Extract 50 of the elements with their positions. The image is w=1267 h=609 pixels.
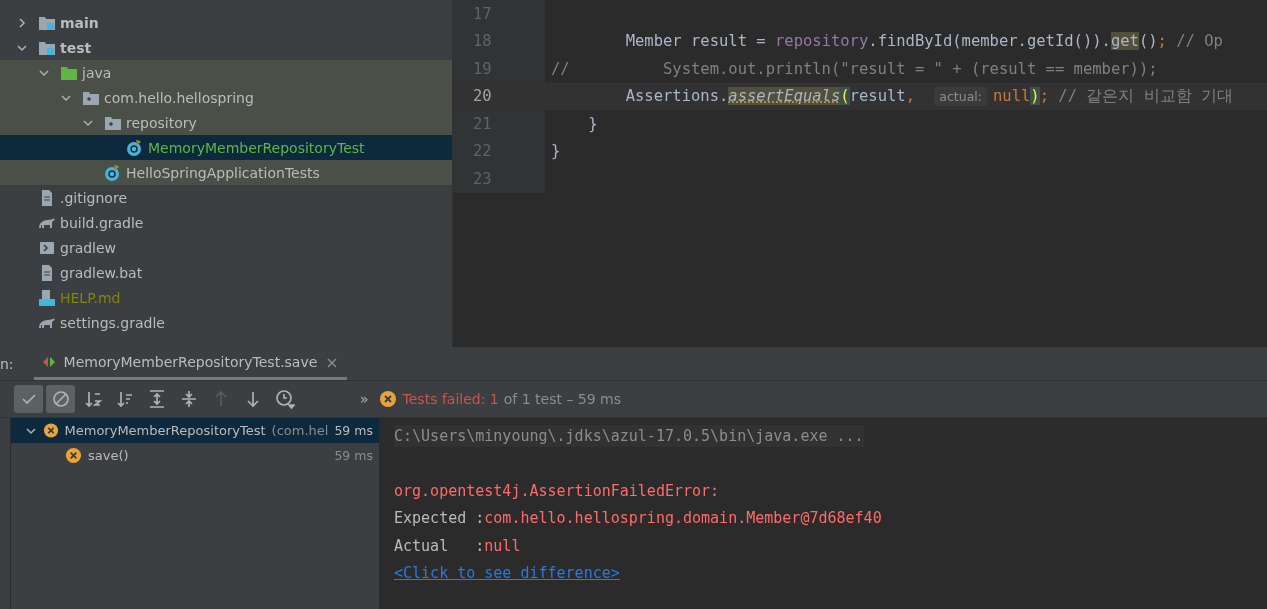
test-summary: of 1 test – 59 ms [503,391,622,407]
test-package: (com.hel [271,423,329,438]
error-message: org.opentest4j.AssertionFailedError: [394,481,720,500]
code-line: // System.out.println("result = " + (result == member)); [550,59,1158,78]
output-value: null [484,536,521,555]
sort-icon [82,389,103,409]
stop-icon [50,389,71,409]
toolbar-button[interactable] [46,385,75,413]
clock-icon [274,389,295,409]
tree-item[interactable]: MemoryMemberRepositoryTest [0,135,452,160]
output-label: Expected : [394,509,485,528]
tree-item[interactable]: gradlew [0,235,452,260]
tab-title: MemoryMemberRepositoryTest.save [63,354,318,370]
run-config-icon [41,355,56,369]
test-tree-row[interactable]: save() 59 ms [11,443,379,468]
difference-link[interactable]: <Click to see difference> [394,564,620,583]
tree-item[interactable]: HelloSpringApplicationTests [0,160,452,185]
markdown-icon [38,288,56,307]
code-line: } [550,142,561,161]
failed-icon [42,422,59,439]
run-label: n: [0,355,14,372]
test-name: save() [88,448,129,463]
tree-item[interactable]: repository [0,110,452,135]
tree-item[interactable]: java [0,60,452,85]
output-label: Actual : [394,536,485,555]
more-button[interactable]: » [360,391,369,407]
tree-item[interactable]: gradlew.bat [0,260,452,285]
test-tree-row[interactable]: MemoryMemberRepositoryTest (com.hel 59 ms [11,418,379,443]
tree-item[interactable]: .gitignore [0,185,452,210]
failed-icon [378,390,397,408]
chevron-icon[interactable] [16,16,28,29]
close-button[interactable]: × [325,352,339,372]
test-name: MemoryMemberRepositoryTest [64,423,266,438]
sort-icon [114,389,135,409]
class-icon [126,138,144,157]
tree-item[interactable]: main [0,10,452,35]
code-line: Member result = repository.findById(member.getId()).get(); // Op [624,32,1223,51]
code-line: Assertions.assertEquals(result, actual: null); // 같은지 비교함 기대 [624,85,1234,107]
tests-failed-status: Tests failed: 1 [402,391,499,407]
failed-icon [65,447,82,464]
tree-item[interactable]: com.hello.hellospring [0,85,452,110]
output-value: com.hello.hellospring.domain.Member@7d68ef40 [484,509,882,528]
tree-item[interactable]: settings.gradle [0,310,452,335]
code-line: } [587,114,598,133]
test-duration: 59 ms [334,423,373,438]
tree-item[interactable]: test [0,35,452,60]
test-duration: 59 ms [334,448,373,463]
toolbar-button[interactable] [14,385,43,413]
tree-item[interactable]: build.gradle [0,210,452,235]
class-icon [104,163,122,182]
